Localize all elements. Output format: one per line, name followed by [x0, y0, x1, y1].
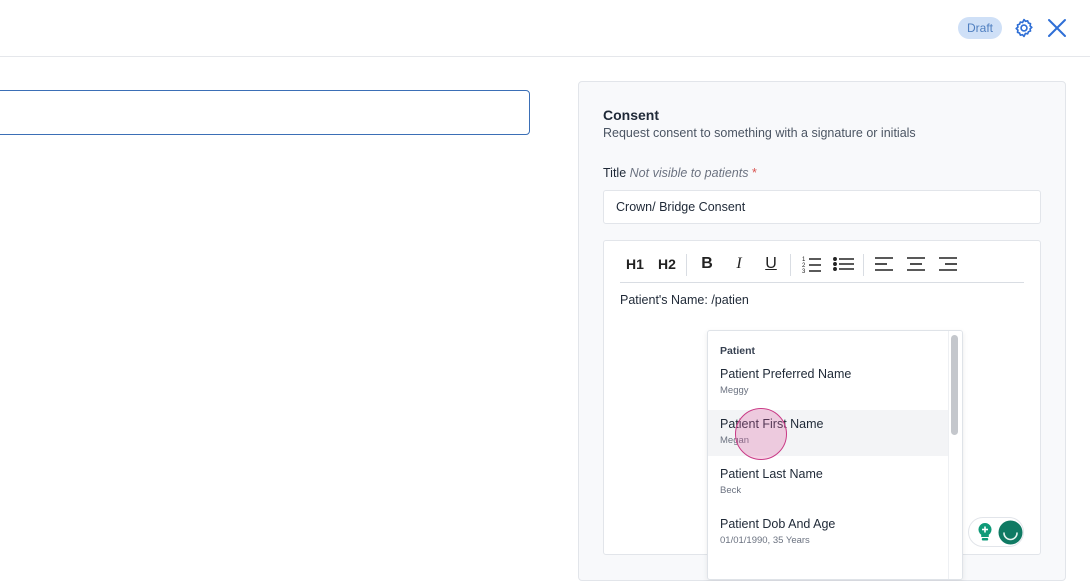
h2-button[interactable]: H2	[656, 252, 678, 276]
toolbar-divider	[863, 254, 864, 276]
panel-subtitle: Request consent to something with a sign…	[603, 126, 916, 140]
title-input[interactable]: Crown/ Bridge Consent	[603, 190, 1041, 224]
chat-icon[interactable]	[998, 520, 1023, 545]
dropdown-group-header: Patient	[720, 345, 756, 357]
toolbar-divider	[790, 254, 791, 276]
item-value: Meggy	[720, 385, 749, 396]
underline-button[interactable]: U	[761, 252, 781, 276]
required-marker: *	[751, 166, 757, 180]
panel-title: Consent	[603, 107, 659, 123]
item-value: Beck	[720, 485, 742, 496]
bullet-list-icon[interactable]	[833, 252, 855, 276]
gear-icon[interactable]	[1013, 17, 1035, 39]
ordered-list-icon[interactable]: 123	[801, 252, 823, 276]
title-field-label: Title Not visible to patients *	[603, 166, 757, 180]
editor-content[interactable]: Patient's Name: /patien	[620, 293, 749, 307]
scrollbar-thumb[interactable]	[951, 335, 958, 435]
question-input[interactable]	[0, 90, 530, 135]
dropdown-item[interactable]: Patient Last Name Beck	[708, 460, 948, 506]
item-name: Patient Dob And Age	[720, 517, 836, 531]
align-left-icon[interactable]	[873, 252, 895, 276]
click-indicator	[735, 408, 787, 460]
toolbar-divider	[686, 254, 687, 276]
dropdown-item[interactable]: Patient Dob And Age 01/01/1990, 35 Years	[708, 510, 948, 556]
editor-toolbar: H1 H2 B I U 123	[620, 249, 1024, 283]
close-icon[interactable]	[1046, 17, 1068, 39]
label-hint: Not visible to patients	[629, 166, 749, 180]
bold-button[interactable]: B	[697, 252, 717, 276]
item-value: 01/01/1990, 35 Years	[720, 535, 810, 546]
status-badge: Draft	[958, 17, 1002, 39]
align-right-icon[interactable]	[937, 252, 959, 276]
label-text: Title	[603, 166, 627, 180]
align-center-icon[interactable]	[905, 252, 927, 276]
italic-button[interactable]: I	[729, 252, 749, 276]
dropdown-item[interactable]: Patient Preferred Name Meggy	[708, 360, 948, 406]
lightbulb-icon[interactable]	[975, 522, 995, 542]
top-bar: Draft	[0, 0, 1090, 57]
h1-button[interactable]: H1	[624, 252, 646, 276]
item-name: Patient Preferred Name	[720, 367, 852, 381]
svg-text:3: 3	[802, 269, 806, 273]
assistant-widget[interactable]	[968, 517, 1024, 547]
item-name: Patient Last Name	[720, 467, 823, 481]
